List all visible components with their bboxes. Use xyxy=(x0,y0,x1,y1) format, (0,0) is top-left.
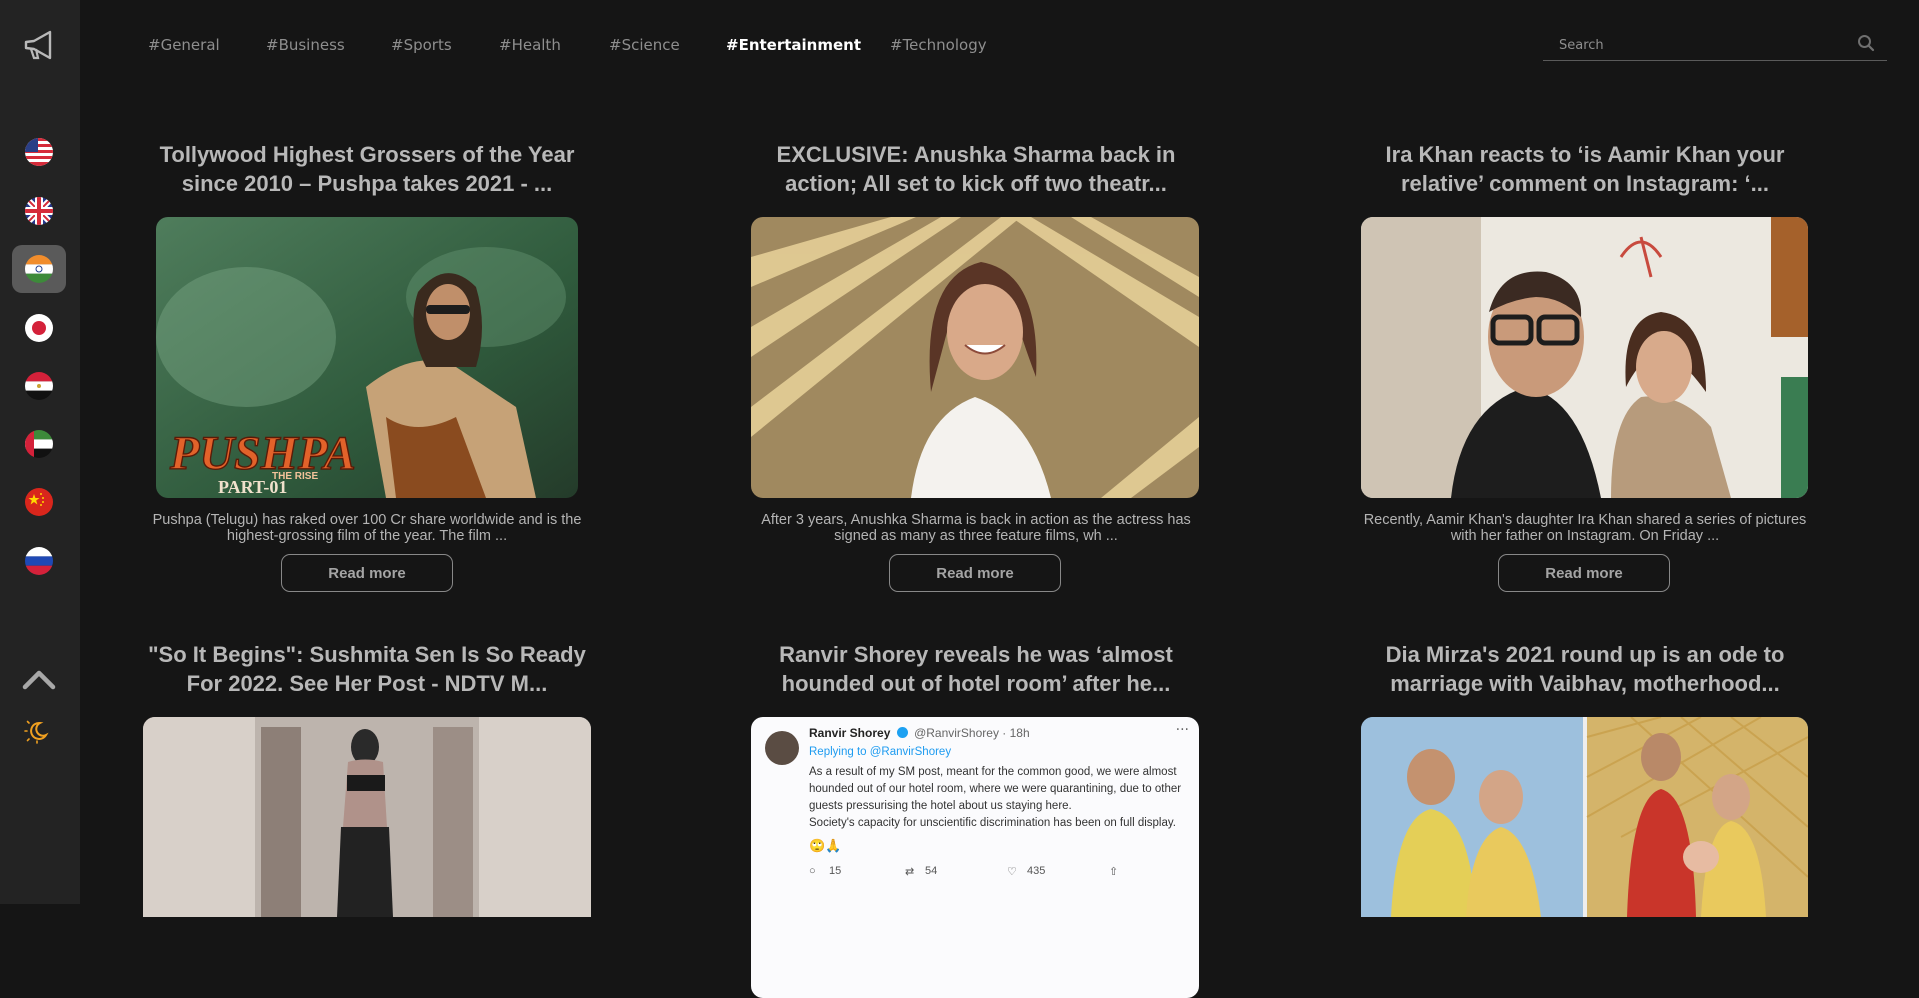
emoji-icon: 🙄🙏 xyxy=(809,839,842,854)
tab-health[interactable]: #Health xyxy=(499,36,561,54)
reply-count: 15 xyxy=(829,865,842,877)
article-title[interactable]: EXCLUSIVE: Anushka Sharma back in action… xyxy=(756,140,1196,198)
tweet-avatar xyxy=(765,731,799,765)
japan-flag-icon xyxy=(25,314,53,342)
country-us[interactable] xyxy=(12,128,66,176)
us-flag-icon xyxy=(25,138,53,166)
like-icon: ♡ xyxy=(1007,866,1017,878)
more-options-icon: ··· xyxy=(1175,722,1189,738)
tab-business[interactable]: #Business xyxy=(266,36,345,54)
article-description: Pushpa (Telugu) has raked over 100 Cr sh… xyxy=(152,512,582,544)
news-card: Ranvir Shorey reveals he was ‘almost hou… xyxy=(746,640,1206,998)
sun-moon-icon[interactable] xyxy=(24,718,50,744)
russia-flag-icon xyxy=(25,547,53,575)
tweet-author-name: Ranvir Shorey xyxy=(809,726,891,740)
news-card: "So It Begins": Sushmita Sen Is So Ready… xyxy=(137,640,597,917)
search-icon[interactable] xyxy=(1857,34,1875,52)
article-description: After 3 years, Anushka Sharma is back in… xyxy=(761,512,1191,544)
article-image[interactable] xyxy=(1361,717,1808,998)
news-card: Tollywood Highest Grossers of the Year s… xyxy=(137,140,597,592)
tweet-text-line: As a result of my SM post, meant for the… xyxy=(809,766,1177,778)
article-title[interactable]: Dia Mirza's 2021 round up is an ode to m… xyxy=(1365,640,1805,698)
tab-technology[interactable]: #Technology xyxy=(890,36,987,54)
country-uae[interactable] xyxy=(12,420,66,468)
retweet-icon: ⇄ xyxy=(905,866,915,878)
tweet-text-line: Society's capacity for unscientific disc… xyxy=(809,817,1176,829)
uae-flag-icon xyxy=(25,430,53,458)
article-image[interactable]: PUSHPA THE RISE PART-01 xyxy=(156,217,578,498)
news-card: Dia Mirza's 2021 round up is an ode to m… xyxy=(1355,640,1815,917)
read-more-button[interactable]: Read more xyxy=(889,554,1061,592)
tweet-text-line: hounded out of our hotel room, where we … xyxy=(809,783,1182,795)
india-flag-icon xyxy=(25,255,53,283)
article-image[interactable] xyxy=(1361,217,1808,498)
article-image[interactable] xyxy=(143,717,591,998)
tab-entertainment[interactable]: #Entertainment xyxy=(726,36,861,54)
country-uk[interactable] xyxy=(12,187,66,235)
china-flag-icon xyxy=(25,488,53,516)
reply-icon: ○ xyxy=(809,865,816,877)
search-input[interactable] xyxy=(1557,34,1841,56)
like-count: 435 xyxy=(1027,865,1046,877)
retweet-count: 54 xyxy=(925,865,938,877)
country-egypt[interactable] xyxy=(12,362,66,410)
tab-sports[interactable]: #Sports xyxy=(391,36,452,54)
pushpa-part-text: PART-01 xyxy=(218,477,287,497)
news-card: Ira Khan reacts to ‘is Aamir Khan your r… xyxy=(1355,140,1815,592)
sidebar xyxy=(0,0,80,904)
verified-badge-icon xyxy=(896,727,908,738)
article-title[interactable]: Ranvir Shorey reveals he was ‘almost hou… xyxy=(756,640,1196,698)
egypt-flag-icon xyxy=(25,372,53,400)
read-more-button[interactable]: Read more xyxy=(281,554,453,592)
article-title[interactable]: Ira Khan reacts to ‘is Aamir Khan your r… xyxy=(1365,140,1805,198)
tweet-replying-to: Replying to @RanvirShorey xyxy=(809,746,952,758)
country-china[interactable] xyxy=(12,478,66,526)
article-title[interactable]: Tollywood Highest Grossers of the Year s… xyxy=(147,140,587,198)
tweet-handle: @RanvirShorey · 18h xyxy=(914,726,1030,740)
tab-general[interactable]: #General xyxy=(148,36,220,54)
tab-science[interactable]: #Science xyxy=(609,36,680,54)
megaphone-icon[interactable] xyxy=(20,26,60,66)
uk-flag-icon xyxy=(25,197,53,225)
tweet-text-line: guests pressurising the hotel about us s… xyxy=(809,800,1072,812)
news-card: EXCLUSIVE: Anushka Sharma back in action… xyxy=(746,140,1206,592)
read-more-button[interactable]: Read more xyxy=(1498,554,1670,592)
country-india[interactable] xyxy=(12,245,66,293)
pushpa-logo-text: PUSHPA xyxy=(169,427,356,480)
chevron-up-icon[interactable] xyxy=(22,668,56,690)
article-image[interactable]: Ranvir Shorey @RanvirShorey · 18h ··· Re… xyxy=(751,717,1199,998)
article-title[interactable]: "So It Begins": Sushmita Sen Is So Ready… xyxy=(147,640,587,698)
search-bar xyxy=(1543,30,1887,61)
article-image[interactable] xyxy=(751,217,1199,498)
share-icon: ⇧ xyxy=(1109,866,1119,878)
country-russia[interactable] xyxy=(12,537,66,585)
article-description: Recently, Aamir Khan's daughter Ira Khan… xyxy=(1363,512,1807,544)
country-japan[interactable] xyxy=(12,304,66,352)
